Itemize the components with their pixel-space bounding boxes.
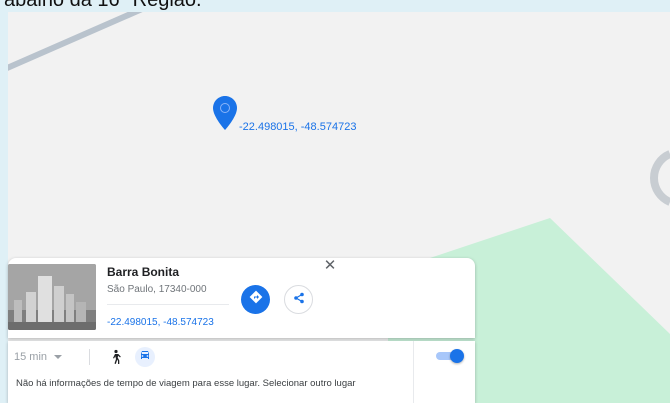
mode-separator — [89, 349, 90, 365]
close-icon: ✕ — [323, 257, 337, 274]
place-address: São Paulo, 17340-000 — [107, 284, 207, 295]
close-button[interactable]: ✕ — [322, 258, 338, 274]
panel-divider — [413, 341, 414, 403]
travel-time-panel: 15 min Não há informações de tempo de vi… — [8, 341, 475, 403]
directions-button[interactable] — [241, 285, 270, 314]
car-icon — [139, 348, 151, 366]
place-info-card: Barra Bonita São Paulo, 17340-000 -22.49… — [8, 258, 475, 338]
place-coordinates-link[interactable]: -22.498015, -48.574723 — [107, 317, 214, 328]
location-pin-icon[interactable] — [213, 96, 237, 130]
road — [8, 12, 143, 71]
document-caption: abalho da 16ª Região. — [4, 0, 202, 11]
share-icon — [293, 291, 305, 309]
chevron-down-icon — [54, 355, 63, 359]
travel-time-toggle[interactable] — [436, 349, 464, 363]
directions-icon — [249, 290, 263, 309]
place-name: Barra Bonita — [107, 265, 180, 279]
place-photo[interactable] — [8, 264, 96, 330]
document-text-strip: abalho da 16ª Região. — [0, 0, 670, 12]
ring-road — [650, 150, 670, 206]
share-button[interactable] — [284, 285, 313, 314]
travel-time-info: Não há informações de tempo de viagem pa… — [16, 378, 356, 389]
toggle-knob — [450, 349, 464, 363]
drive-mode-button[interactable] — [135, 347, 155, 367]
divider — [107, 304, 229, 305]
travel-time-value: 15 min — [14, 351, 48, 363]
left-edge — [0, 0, 8, 403]
walk-icon — [108, 349, 124, 369]
travel-time-dropdown[interactable]: 15 min — [14, 351, 63, 363]
pin-coordinates-label: -22.498015, -48.574723 — [239, 121, 357, 133]
walk-mode-button[interactable] — [108, 349, 124, 365]
